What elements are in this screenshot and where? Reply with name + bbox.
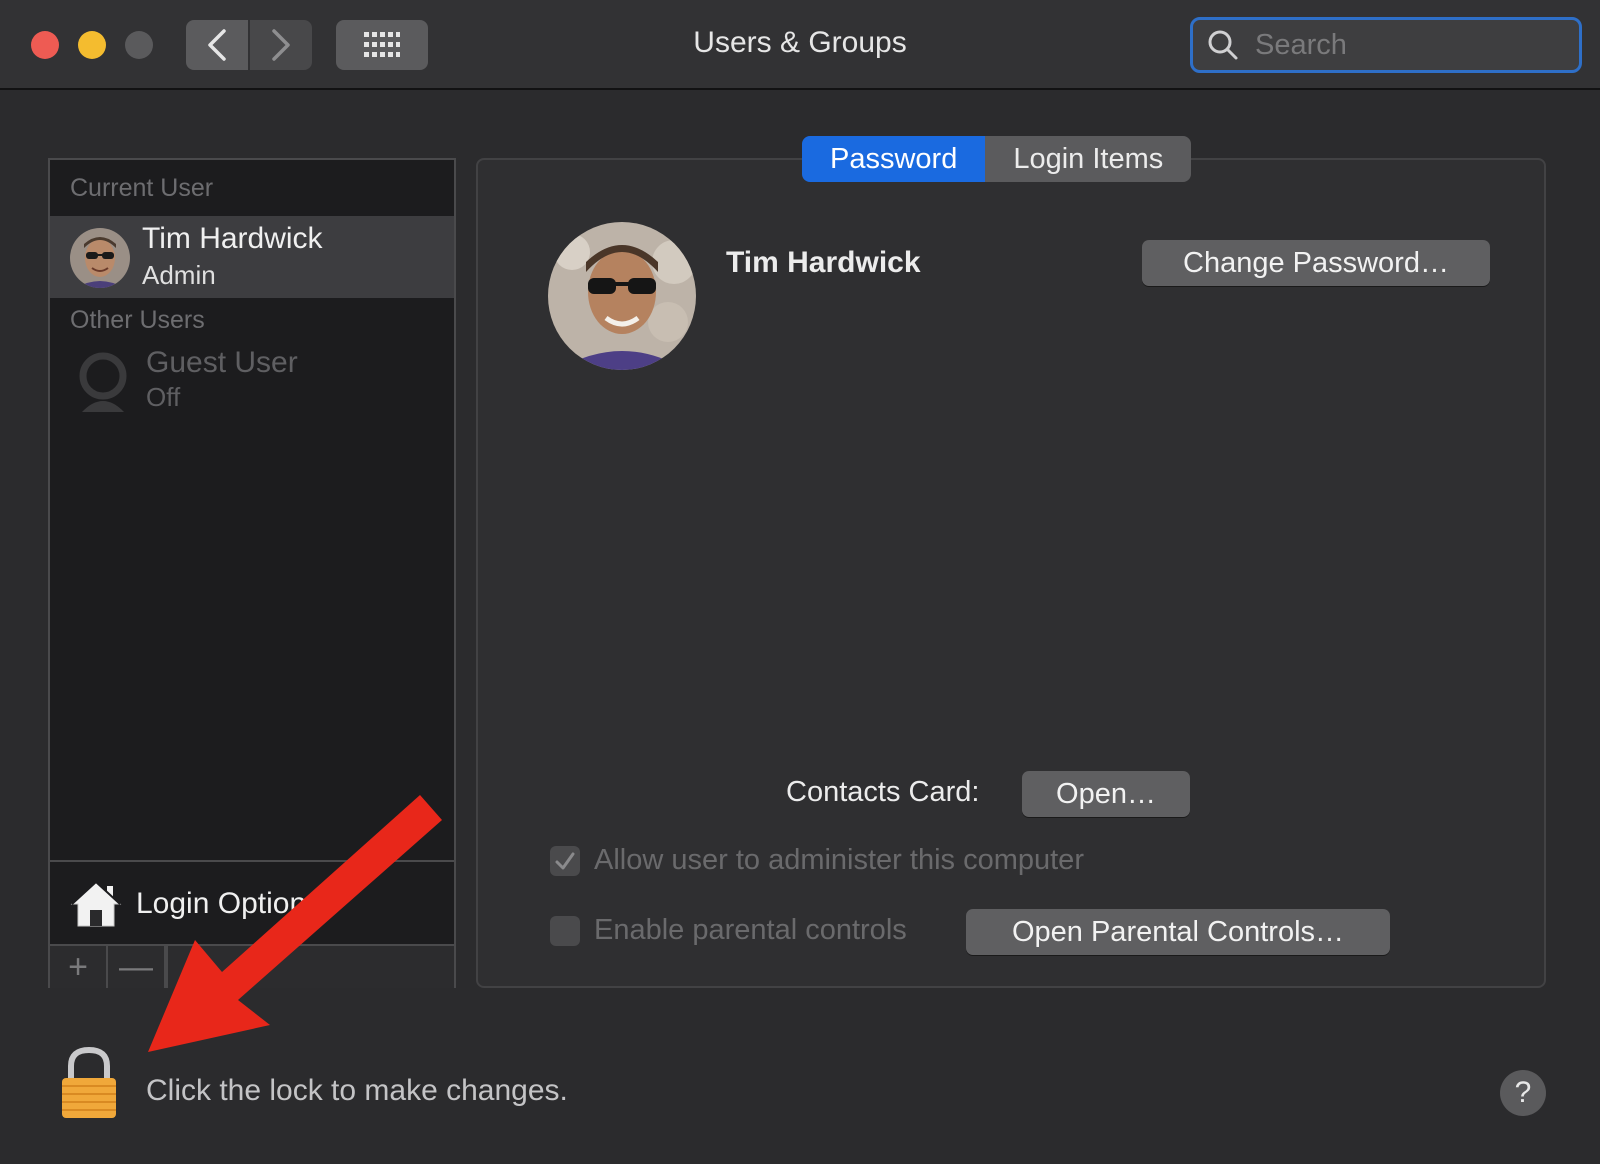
avatar [70,228,130,288]
login-options-item[interactable]: Login Options [50,860,454,946]
current-user-name: Tim Hardwick [142,222,323,255]
add-user-button[interactable]: + [50,946,108,988]
users-sidebar: Current User Tim Hardwick Admin Other Us… [48,158,456,988]
search-input[interactable] [1253,27,1557,63]
title-bar: Users & Groups [0,0,1600,90]
user-row-current[interactable]: Tim Hardwick Admin [50,216,454,298]
footer-divider [166,946,168,988]
user-full-name: Tim Hardwick [726,246,921,279]
guest-user-icon [79,352,127,412]
forward-button[interactable] [250,20,312,70]
login-options-label: Login Options [136,887,322,920]
user-avatar-large[interactable] [548,222,696,370]
search-field[interactable] [1190,17,1582,73]
search-icon [1208,30,1238,60]
window-title: Users & Groups [693,26,907,59]
chevron-left-icon [208,29,226,61]
current-user-heading: Current User [70,174,214,202]
open-contacts-card-button[interactable]: Open… [1022,771,1190,817]
zoom-window-button[interactable] [125,31,153,59]
back-button[interactable] [186,20,248,70]
remove-user-button[interactable]: — [108,946,166,988]
grid-icon [364,32,400,57]
current-user-role: Admin [142,260,216,290]
checkmark-icon [555,852,575,869]
user-photo-icon [548,222,696,370]
contacts-card-label: Contacts Card: [786,776,980,808]
tab-login-items[interactable]: Login Items [985,136,1192,182]
lock-message: Click the lock to make changes. [146,1074,568,1107]
sidebar-footer: + — [50,944,454,988]
parental-controls-row: Enable parental controls [550,914,907,947]
change-password-button[interactable]: Change Password… [1142,240,1490,286]
guest-user-status: Off [146,382,181,412]
close-window-button[interactable] [31,31,59,59]
show-all-preferences-button[interactable] [336,20,428,70]
allow-admin-checkbox[interactable] [550,845,580,876]
allow-admin-label: Allow user to administer this computer [594,844,1084,876]
help-button[interactable]: ? [1500,1070,1546,1116]
chevron-right-icon [272,29,290,61]
lock-icon[interactable] [58,1046,120,1120]
open-parental-controls-button[interactable]: Open Parental Controls… [966,909,1390,955]
other-users-heading: Other Users [70,306,205,334]
tab-password[interactable]: Password [802,136,986,182]
tab-bar: Password Login Items [802,136,1192,182]
guest-user-name: Guest User [146,346,298,379]
user-row-guest[interactable]: Guest User Off [50,344,454,420]
parental-controls-checkbox[interactable] [550,915,580,946]
house-icon [70,880,122,927]
users-groups-window: Users & Groups Current User [0,0,1600,1164]
allow-admin-row: Allow user to administer this computer [550,844,1084,877]
parental-controls-label: Enable parental controls [594,914,907,946]
user-photo-icon [70,228,130,288]
minimize-window-button[interactable] [78,31,106,59]
